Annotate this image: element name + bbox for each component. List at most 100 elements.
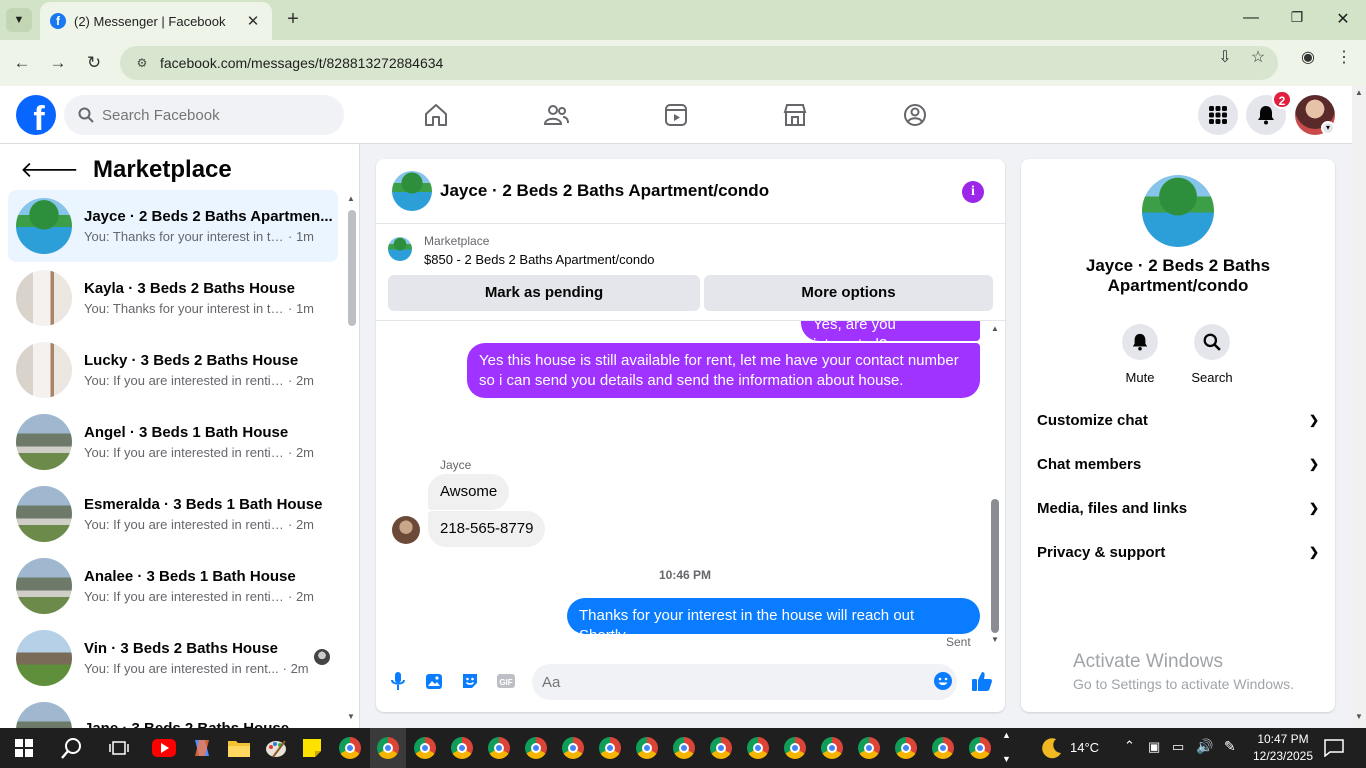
listing-thumbnail[interactable] <box>388 237 412 261</box>
browser-menu-icon[interactable]: ⋮ <box>1332 46 1356 70</box>
restore-button[interactable]: ❐ <box>1285 9 1309 26</box>
photo-attach-icon[interactable] <box>422 669 446 693</box>
page-scroll-up-icon[interactable]: ▲ <box>1354 88 1364 97</box>
taskbar-search-icon[interactable] <box>58 734 86 762</box>
minimize-button[interactable]: — <box>1239 9 1263 27</box>
chrome-window-icon[interactable] <box>707 734 735 762</box>
sidebar-scroll-down-icon[interactable]: ▼ <box>346 712 356 721</box>
chrome-window-icon[interactable] <box>559 734 587 762</box>
sidebar-scrollbar[interactable]: ▲ ▼ <box>346 194 356 724</box>
reload-button[interactable]: ↻ <box>82 51 106 75</box>
message-scroll-thumb[interactable] <box>991 499 999 633</box>
emoji-icon[interactable] <box>931 669 955 693</box>
search-in-conversation-action[interactable]: Search <box>1182 324 1242 385</box>
sidebar-scroll-thumb[interactable] <box>348 210 356 326</box>
chrome-window-icon[interactable] <box>374 734 402 762</box>
conversation-info-icon[interactable]: i <box>962 181 984 203</box>
message-scroll-up-icon[interactable]: ▲ <box>990 324 1000 333</box>
tray-meet-icon[interactable]: ▣ <box>1148 739 1160 755</box>
notification-center-icon[interactable] <box>1320 734 1348 762</box>
facebook-search[interactable] <box>64 95 344 135</box>
chrome-window-icon[interactable] <box>596 734 624 762</box>
paint-icon[interactable] <box>262 734 290 762</box>
tray-overflow-chevron-icon[interactable]: ⌃ <box>1124 738 1135 754</box>
copilot-icon[interactable] <box>188 734 216 762</box>
account-chevron-down-icon[interactable]: ▾ <box>1321 121 1335 135</box>
chrome-window-icon[interactable] <box>781 734 809 762</box>
weather-temperature[interactable]: 14°C <box>1070 740 1099 755</box>
omnibox[interactable]: ⚙ facebook.com/messages/t/82881327288463… <box>120 46 1278 80</box>
mark-as-pending-button[interactable]: Mark as pending <box>388 275 700 311</box>
like-thumbs-up-icon[interactable] <box>970 669 994 693</box>
privacy-support-row[interactable]: Privacy & support ❯ <box>1029 532 1327 572</box>
chrome-window-icon[interactable] <box>966 734 994 762</box>
browser-tab-messenger[interactable]: f (2) Messenger | Facebook ✕ <box>40 2 272 40</box>
mute-action[interactable]: Mute <box>1110 324 1170 385</box>
sidebar-scroll-up-icon[interactable]: ▲ <box>346 194 356 203</box>
customize-chat-row[interactable]: Customize chat ❯ <box>1029 400 1327 440</box>
file-explorer-icon[interactable] <box>225 734 253 762</box>
conversation-item-jane[interactable]: Jane · 3 Beds 2 Baths House <box>8 694 338 728</box>
sender-avatar[interactable] <box>392 516 420 544</box>
profile-icon[interactable]: ◉ <box>1296 46 1320 70</box>
network-icon[interactable]: ▭ <box>1172 739 1184 755</box>
nav-home-icon[interactable] <box>418 99 454 131</box>
message-scrollbar[interactable]: ▲ ▼ <box>988 321 1002 651</box>
install-app-icon[interactable]: ⇩ <box>1213 46 1237 70</box>
weather-moon-icon[interactable] <box>1038 734 1066 762</box>
chrome-window-icon[interactable] <box>485 734 513 762</box>
conversation-item-jayce[interactable]: Jayce · 2 Beds 2 Baths Apartmen... You: … <box>8 190 338 262</box>
tab-search-button[interactable]: ▼ <box>6 8 32 32</box>
conversation-item-lucky[interactable]: Lucky · 3 Beds 2 Baths House You: If you… <box>8 334 338 406</box>
more-options-button[interactable]: More options <box>704 275 993 311</box>
listing-price-title[interactable]: $850 - 2 Beds 2 Baths Apartment/condo <box>424 252 655 267</box>
taskbar-scroll-down-icon[interactable]: ▼ <box>1002 754 1011 764</box>
message-input-box[interactable] <box>532 664 957 700</box>
search-input[interactable] <box>102 106 322 124</box>
new-tab-button[interactable]: + <box>282 8 304 32</box>
chrome-window-icon[interactable] <box>929 734 957 762</box>
chrome-window-icon[interactable] <box>522 734 550 762</box>
chrome-window-icon[interactable] <box>336 734 364 762</box>
task-view-icon[interactable] <box>105 734 133 762</box>
search-icon[interactable] <box>1194 324 1230 360</box>
taskbar-scroll-up-icon[interactable]: ▲ <box>1002 730 1011 740</box>
volume-icon[interactable]: 🔊 <box>1196 738 1213 755</box>
page-scrollbar[interactable]: ▲ ▼ <box>1352 86 1366 728</box>
chrome-window-icon[interactable] <box>855 734 883 762</box>
chrome-window-icon[interactable] <box>411 734 439 762</box>
details-avatar[interactable] <box>1142 175 1214 247</box>
clock-time[interactable]: 10:47 PM <box>1250 732 1316 746</box>
facebook-logo-icon[interactable]: f <box>16 95 56 135</box>
conversation-item-angel[interactable]: Angel · 3 Beds 1 Bath House You: If you … <box>8 406 338 478</box>
chat-title[interactable]: Jayce · 2 Beds 2 Baths Apartment/condo <box>440 181 769 201</box>
tab-close-icon[interactable]: ✕ <box>244 12 262 30</box>
conversation-item-analee[interactable]: Analee · 3 Beds 1 Bath House You: If you… <box>8 550 338 622</box>
site-info-icon[interactable]: ⚙ <box>134 55 150 71</box>
chat-members-row[interactable]: Chat members ❯ <box>1029 444 1327 484</box>
media-files-links-row[interactable]: Media, files and links ❯ <box>1029 488 1327 528</box>
chrome-window-icon[interactable] <box>633 734 661 762</box>
sticker-icon[interactable] <box>458 669 482 693</box>
nav-gaming-icon[interactable] <box>897 99 933 131</box>
youtube-icon[interactable] <box>150 734 178 762</box>
chrome-window-icon[interactable] <box>892 734 920 762</box>
chat-avatar[interactable] <box>392 171 432 211</box>
clock-date[interactable]: 12/23/2025 <box>1250 749 1316 763</box>
close-window-button[interactable]: ✕ <box>1331 9 1355 29</box>
microphone-icon[interactable] <box>386 669 410 693</box>
forward-button[interactable]: → <box>46 51 70 75</box>
conversation-item-kayla[interactable]: Kayla · 3 Beds 2 Baths House You: Thanks… <box>8 262 338 334</box>
windows-start-icon[interactable] <box>10 734 38 762</box>
nav-friends-icon[interactable] <box>538 99 574 131</box>
menu-grid-icon[interactable] <box>1198 95 1238 135</box>
back-button[interactable]: ← <box>10 51 34 75</box>
chrome-window-icon[interactable] <box>670 734 698 762</box>
conversation-item-vin[interactable]: Vin · 3 Beds 2 Baths House You: If you a… <box>8 622 338 694</box>
chrome-window-icon[interactable] <box>818 734 846 762</box>
pen-icon[interactable]: ✎ <box>1224 738 1236 755</box>
conversation-item-esmeralda[interactable]: Esmeralda · 3 Beds 1 Bath House You: If … <box>8 478 338 550</box>
message-scroll-down-icon[interactable]: ▼ <box>990 635 1000 644</box>
nav-video-icon[interactable] <box>658 99 694 131</box>
message-input[interactable] <box>542 673 902 691</box>
